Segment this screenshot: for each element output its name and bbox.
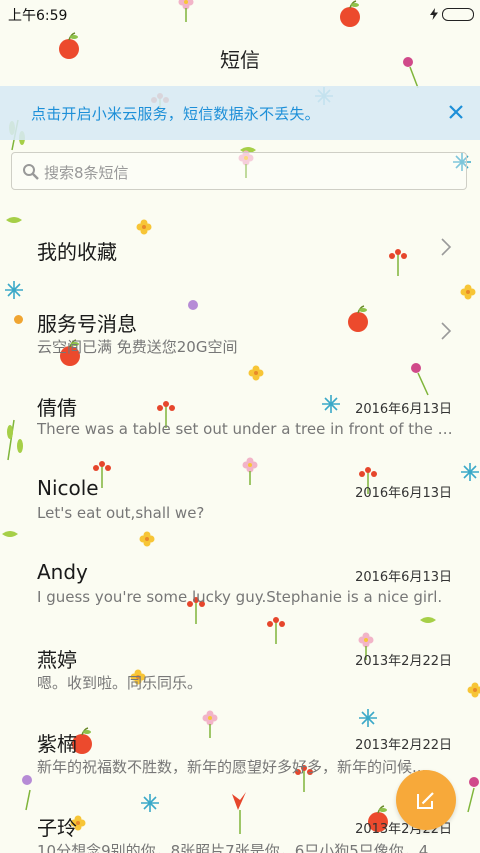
list-item-conversation[interactable]: 倩倩 2016年6月13日 There was a table set out … (0, 372, 480, 456)
conversation-preview: 10分想念9别的你，8张照片7张是你，6只小狗5只像你，4... (37, 842, 443, 853)
banner-text[interactable]: 点击开启小米云服务，短信数据永不丢失。 (31, 103, 320, 124)
conversation-date: 2016年6月13日 (355, 570, 452, 585)
close-icon[interactable] (446, 102, 466, 122)
conversation-name: 紫楠 (37, 732, 77, 756)
status-time: 上午6:59 (8, 8, 68, 24)
list-item-conversation[interactable]: 燕婷 2013年2月22日 嗯。收到啦。同乐同乐。 (0, 624, 480, 708)
unread-dot (14, 315, 23, 324)
conversation-preview: 云空间已满 免费送您20G空间 (37, 338, 238, 356)
list-item-favorites[interactable]: 我的收藏 (0, 204, 480, 288)
battery-icon (442, 7, 474, 21)
conversation-date: 2013年2月22日 (355, 738, 452, 753)
search-placeholder: 搜索8条短信 (44, 164, 129, 182)
list-item-service-messages[interactable]: 服务号消息 云空间已满 免费送您20G空间 (0, 288, 480, 372)
conversation-name: 子玲 (37, 816, 77, 840)
list-item-conversation[interactable]: Andy 2016年6月13日 I guess you're some luck… (0, 540, 480, 624)
cloud-sync-banner[interactable]: 点击开启小米云服务，短信数据永不丢失。 (0, 86, 480, 140)
conversation-name: 我的收藏 (37, 240, 117, 264)
conversation-preview: Let's eat out,shall we? (37, 504, 205, 522)
charging-icon (430, 8, 438, 20)
search-icon (23, 164, 39, 180)
status-bar: 上午6:59 (0, 0, 480, 28)
conversation-date: 2016年6月13日 (355, 486, 452, 501)
chevron-right-icon (441, 322, 452, 340)
conversation-preview: 新年的祝福数不胜数，新年的愿望好多好多，新年的问候... (37, 758, 427, 776)
chevron-right-icon (441, 238, 452, 256)
conversation-date: 2016年6月13日 (355, 402, 452, 417)
conversation-name: Andy (37, 560, 88, 584)
conversation-name: 倩倩 (37, 396, 77, 420)
conversation-preview: There was a table set out under a tree i… (37, 420, 453, 438)
list-item-conversation[interactable]: Nicole 2016年6月13日 Let's eat out,shall we… (0, 456, 480, 540)
page-title: 短信 (220, 48, 260, 72)
status-icons (430, 6, 474, 22)
conversation-name: 燕婷 (37, 648, 77, 672)
compose-button[interactable] (396, 770, 456, 830)
conversation-name: 服务号消息 (37, 312, 137, 336)
conversation-name: Nicole (37, 476, 99, 500)
compose-icon (417, 792, 434, 809)
conversation-preview: I guess you're some lucky guy.Stephanie … (37, 588, 443, 606)
search-input[interactable]: 搜索8条短信 (11, 152, 467, 190)
conversation-preview: 嗯。收到啦。同乐同乐。 (37, 674, 203, 692)
conversation-date: 2013年2月22日 (355, 654, 452, 669)
